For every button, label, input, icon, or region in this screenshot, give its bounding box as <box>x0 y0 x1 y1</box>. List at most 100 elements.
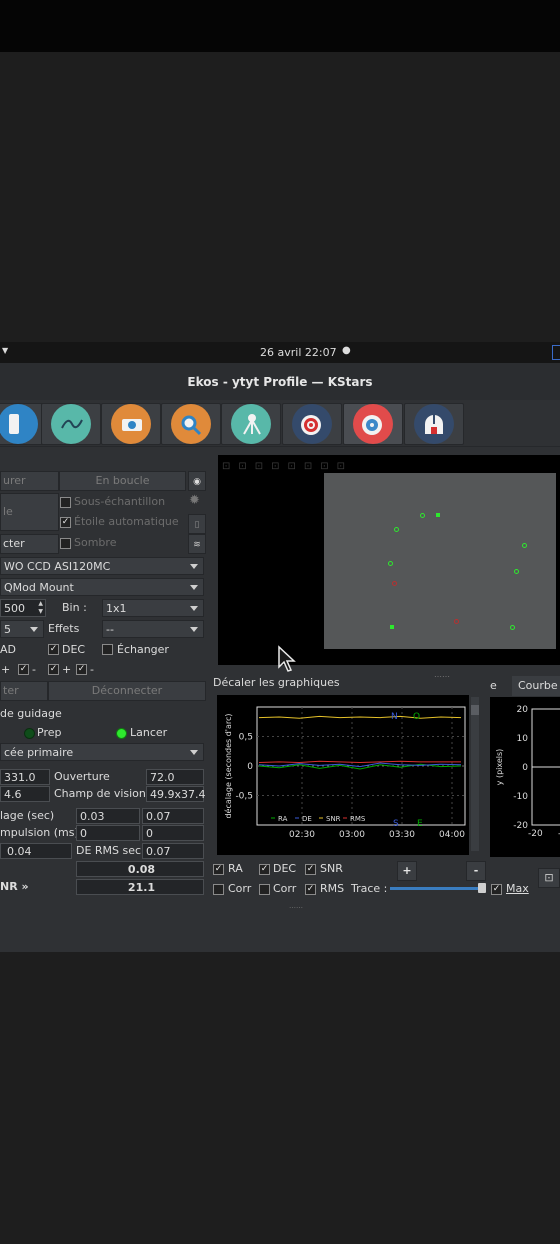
chevron-down-icon <box>190 564 198 569</box>
ra-graph-checkbox[interactable]: ✓ <box>213 864 224 875</box>
star-marker <box>390 625 394 629</box>
max-checkbox[interactable]: ✓ <box>491 884 502 895</box>
top-status-bar: ▼ 26 avril 22:07 ● <box>0 342 560 363</box>
module-mount-button[interactable] <box>221 403 281 445</box>
auto-star-checkbox[interactable]: ✓ <box>60 517 71 528</box>
rms-graph-checkbox[interactable]: ✓ <box>305 884 316 895</box>
pulse-de-field: 0 <box>142 825 204 841</box>
total-rms-field: 0.08 <box>76 861 204 877</box>
dec-checkbox[interactable]: ✓ <box>48 644 59 655</box>
window-titlebar[interactable]: Ekos - ytyt Profile — KStars <box>0 363 560 400</box>
dark-checkbox[interactable] <box>60 538 71 549</box>
module-observatory-button[interactable] <box>404 403 464 445</box>
clear-button[interactable]: ▯ <box>188 514 206 534</box>
spin-arrows-icon[interactable]: ▲ ▼ <box>38 600 43 616</box>
subsample-checkbox[interactable] <box>60 497 71 508</box>
eye-button[interactable]: ◉ <box>188 471 206 491</box>
launch-label: Lancer <box>130 726 168 739</box>
mount-select[interactable]: QMod Mount <box>0 578 204 596</box>
star-marker <box>394 527 399 532</box>
dark-label: Sombre <box>74 536 117 549</box>
wave-icon: ≋ <box>193 540 201 550</box>
corr-dec-label: Corr <box>273 882 297 895</box>
loop-button[interactable]: En boucle <box>59 471 186 491</box>
module-align-button[interactable] <box>282 403 342 445</box>
chevron-down-icon <box>30 627 38 632</box>
ra-label: AD <box>0 643 16 656</box>
splitter-handle-icon[interactable]: …… <box>434 670 450 679</box>
snr-label[interactable]: NR » <box>0 880 29 893</box>
module-capture-button[interactable] <box>101 403 161 445</box>
auto-star-label: Étoile automatique <box>74 515 179 528</box>
dec-plus-checkbox[interactable]: ✓ <box>48 664 59 675</box>
trace-slider-handle[interactable] <box>478 883 486 893</box>
drift-de-field: 0.07 <box>142 808 204 824</box>
gain-value: 5 <box>4 623 11 636</box>
star-field-image[interactable] <box>324 473 556 649</box>
connect-button[interactable]: ter <box>0 681 48 701</box>
graph-vscroll-handle[interactable] <box>471 705 479 715</box>
chevron-down-icon <box>190 750 198 755</box>
aperture-field[interactable]: 72.0 <box>146 769 204 785</box>
swap-checkbox[interactable] <box>102 644 113 655</box>
ra-minus-checkbox[interactable]: ✓ <box>18 664 29 675</box>
bottom-splitter-icon[interactable]: …… <box>289 902 303 910</box>
rms-ra-field: 0.04 <box>0 843 72 859</box>
effects-label: Effets <box>48 622 80 635</box>
capture-button[interactable]: urer <box>0 471 59 491</box>
dark-settings-button[interactable]: ≋ <box>188 534 206 554</box>
observatory-icon <box>425 415 443 434</box>
drift-graph[interactable]: 0,5 0 -0,5 02:30 03:00 03:30 04:00 RA DE SNR RMS N O… <box>217 695 469 855</box>
snr-field: 21.1 <box>76 879 204 895</box>
chevron-down-icon <box>190 627 198 632</box>
corr-dec-checkbox[interactable] <box>259 884 270 895</box>
exposure-spinbox[interactable]: 500 ▲ ▼ <box>0 599 46 617</box>
remove-button[interactable]: - <box>466 861 486 881</box>
star-burst-icon[interactable]: ✹ <box>189 493 200 508</box>
module-setup-button[interactable] <box>41 403 101 445</box>
gain-select[interactable]: 5 <box>0 620 44 638</box>
guide-frame-view[interactable]: ⊡⊡⊡⊡⊡⊡⊡⊡ <box>218 455 560 665</box>
frame-toolbar-icons[interactable]: ⊡⊡⊡⊡⊡⊡⊡⊡ <box>222 461 353 472</box>
stop-button[interactable]: cter <box>0 534 59 554</box>
dec-graph-checkbox[interactable]: ✓ <box>259 864 270 875</box>
calibrate-button[interactable]: le <box>0 493 59 531</box>
setup-icon <box>61 419 83 429</box>
effects-select[interactable]: -- <box>102 620 204 638</box>
zoom-fit-button[interactable]: ⊡ <box>538 868 560 888</box>
graph-vscroll[interactable] <box>471 697 479 851</box>
eye-icon: ◉ <box>193 477 201 487</box>
fov-value-field[interactable]: 4.6 <box>0 786 50 802</box>
camera-select[interactable]: WO CCD ASI120MC <box>0 557 204 575</box>
scatter-graph[interactable]: 20100-10-20-20-1y (pixels) <box>490 697 560 857</box>
trace-slider[interactable] <box>390 883 486 893</box>
scope-select[interactable]: cée primaire <box>0 743 204 761</box>
snr-graph-checkbox[interactable]: ✓ <box>305 864 316 875</box>
tab-drift[interactable]: e <box>490 676 512 696</box>
menu-arrow-icon[interactable]: ▼ <box>2 346 8 355</box>
corr-ra-checkbox[interactable] <box>213 884 224 895</box>
rms-de-label: DE RMS sec <box>76 844 142 857</box>
bin-select[interactable]: 1x1 <box>102 599 204 617</box>
pulse-ra-field: 0 <box>76 825 140 841</box>
module-focus-button[interactable] <box>161 403 221 445</box>
desktop-background-bottom <box>0 952 560 1244</box>
focal-field[interactable]: 331.0 <box>0 769 50 785</box>
tab-curve[interactable]: Courbe <box>512 676 560 696</box>
notebook-icon <box>9 414 19 434</box>
legend-label: RA <box>278 815 288 823</box>
x-tick-label: -20 <box>528 829 543 839</box>
add-button[interactable]: + <box>397 861 417 881</box>
module-guide-button[interactable] <box>343 403 403 445</box>
aperture-label: Ouverture <box>54 770 110 783</box>
fov-field[interactable]: 49.9x37.4 <box>146 786 206 802</box>
clock[interactable]: 26 avril 22:07 <box>260 346 337 359</box>
disconnect-button[interactable]: Déconnecter <box>48 681 206 701</box>
dec-minus-checkbox[interactable]: ✓ <box>76 664 87 675</box>
chevron-down-icon <box>190 606 198 611</box>
bin-value: 1x1 <box>106 602 127 615</box>
black-area <box>0 0 560 52</box>
y-axis-label: y (pixels) <box>495 749 504 786</box>
tray-icon[interactable] <box>552 345 560 360</box>
max-label: Max <box>506 882 529 895</box>
